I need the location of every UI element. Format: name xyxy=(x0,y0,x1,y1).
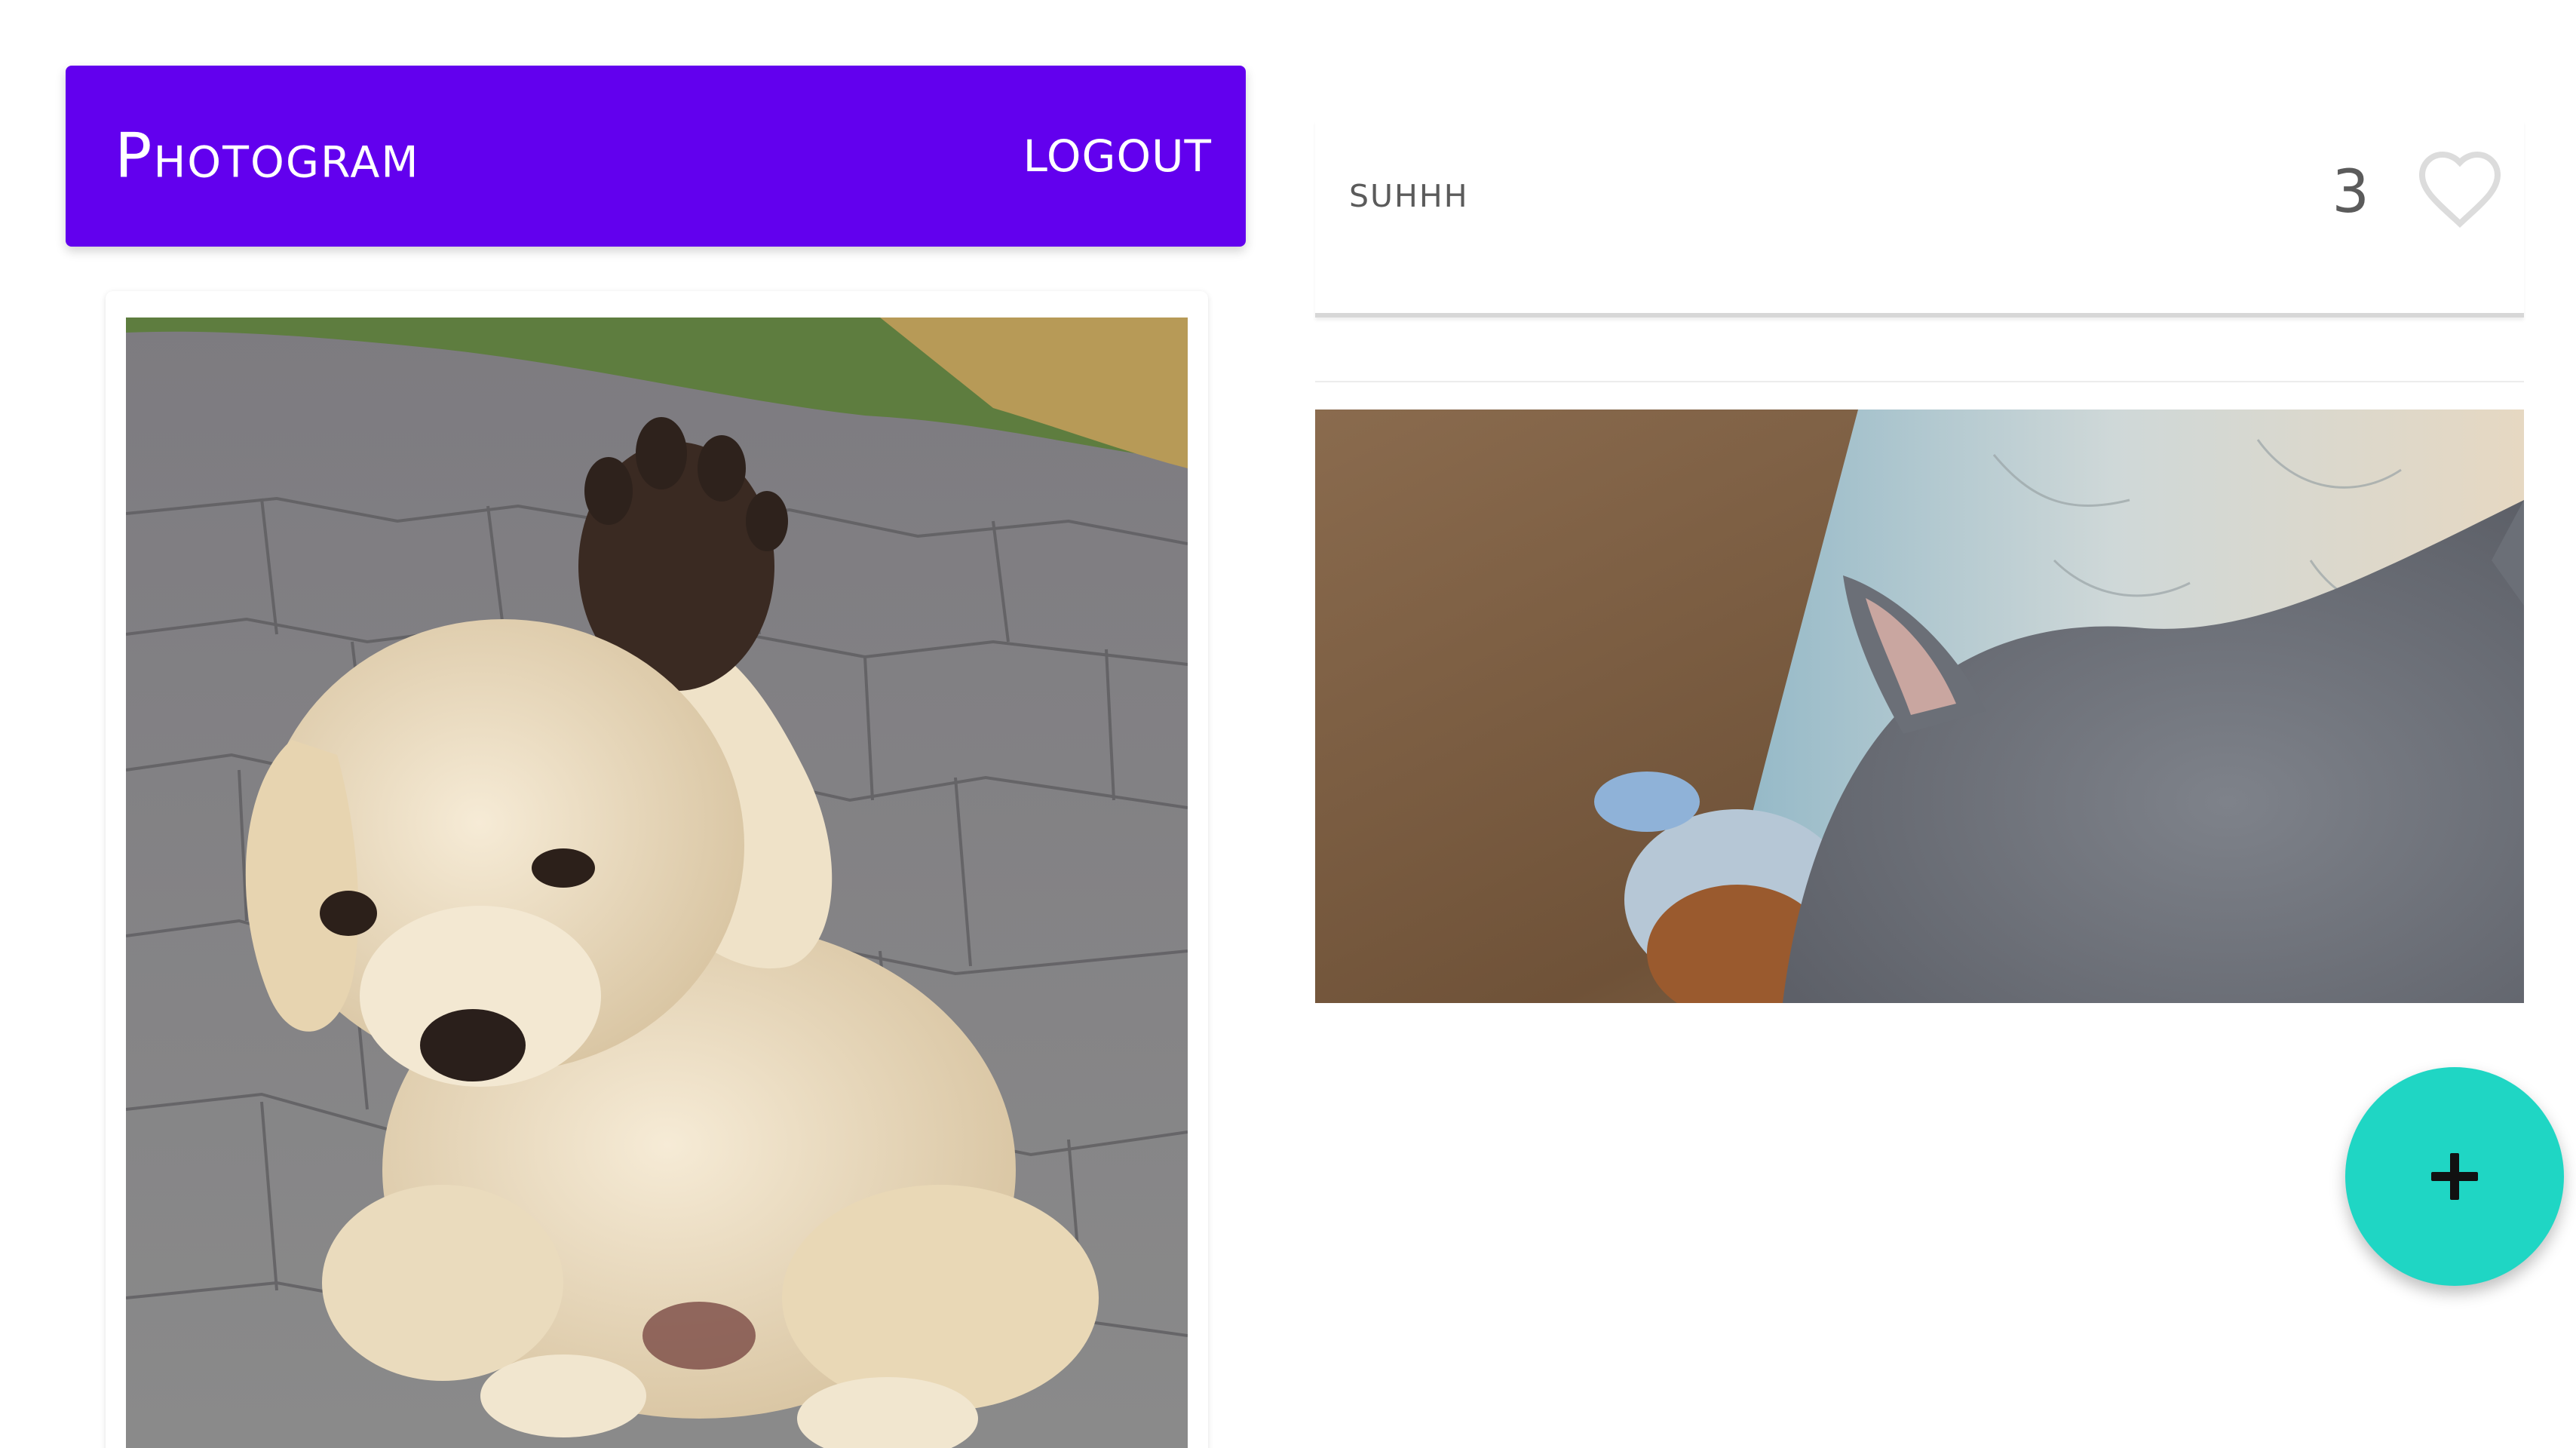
post-username: suhhh xyxy=(1349,166,1469,217)
app-screen: Photogram LOGOUT suhhh 3 xyxy=(0,0,2576,1448)
post-card xyxy=(106,291,1208,1448)
logout-button[interactable]: LOGOUT xyxy=(1023,130,1212,182)
plus-icon xyxy=(2431,1153,2478,1200)
puppy-photo[interactable] xyxy=(126,318,1188,1448)
app-bar: Photogram LOGOUT xyxy=(66,66,1246,247)
cat-photo[interactable] xyxy=(1315,410,2524,1003)
add-post-button[interactable] xyxy=(2345,1067,2564,1286)
heart-outline-icon[interactable] xyxy=(2415,147,2505,230)
divider xyxy=(1315,381,2524,382)
like-count: 3 xyxy=(2332,158,2369,226)
app-title: Photogram xyxy=(115,120,420,192)
post-header: suhhh 3 xyxy=(1315,121,2524,318)
